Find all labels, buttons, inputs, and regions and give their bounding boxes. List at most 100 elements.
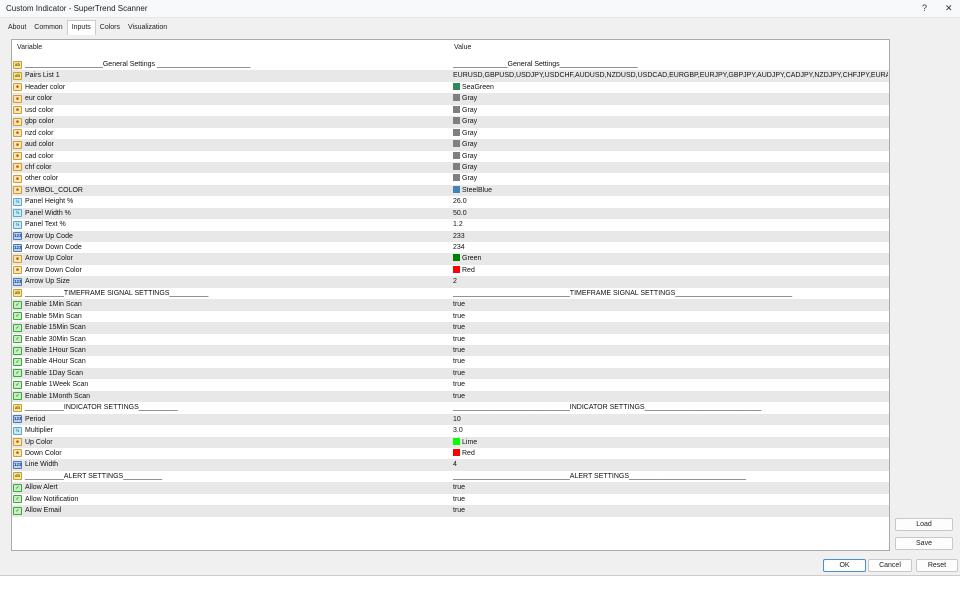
input-row[interactable]: 123 Arrow Up Size 2 (12, 276, 889, 288)
input-row[interactable]: ✓ Allow Alert true (12, 482, 889, 494)
variable-value[interactable]: true (453, 494, 888, 505)
variable-value[interactable]: Lime (453, 437, 888, 448)
variable-value[interactable]: Gray (453, 93, 888, 104)
input-row[interactable]: ✓ Allow Email true (12, 505, 889, 517)
variable-value[interactable]: Gray (453, 139, 888, 150)
input-row[interactable]: ab ____________________General Settings _… (12, 59, 889, 70)
input-row[interactable]: ■ usd color Gray (12, 105, 889, 116)
input-row[interactable]: ✓ Enable 15Min Scan true (12, 322, 889, 334)
input-row[interactable]: ■ Arrow Up Color Green (12, 253, 889, 265)
variable-value[interactable]: Gray (453, 128, 888, 139)
column-header-value[interactable]: Value (454, 44, 471, 51)
variable-value[interactable]: 234 (453, 242, 888, 253)
variable-value[interactable]: Gray (453, 162, 888, 173)
boolean-type-icon: ✓ (13, 392, 22, 401)
input-row[interactable]: 123 Period 10 (12, 413, 889, 426)
input-row[interactable]: ■ SYMBOL_COLOR SteelBlue (12, 184, 889, 197)
variable-value[interactable]: ______________________________ALERT SETT… (453, 471, 888, 482)
variable-value[interactable]: true (453, 379, 888, 390)
variable-value[interactable]: true (453, 322, 888, 333)
input-row[interactable]: ✓ Allow Notification true (12, 494, 889, 505)
variable-value[interactable]: 50.0 (453, 208, 888, 219)
variable-value[interactable]: true (453, 345, 888, 356)
help-button[interactable]: ? (922, 3, 927, 13)
ok-button[interactable]: OK (823, 559, 866, 572)
variable-value[interactable]: 3.0 (453, 425, 888, 436)
input-row[interactable]: ■ nzd color Gray (12, 128, 889, 139)
variable-value[interactable]: Green (453, 253, 888, 264)
integer-type-icon: 123 (13, 232, 22, 241)
variable-value[interactable]: Gray (453, 151, 888, 162)
variable-value[interactable]: Gray (453, 105, 888, 116)
input-row[interactable]: ½ Panel Width % 50.0 (12, 207, 889, 220)
variable-value[interactable]: true (453, 505, 888, 516)
variable-value[interactable]: Red (453, 265, 888, 276)
input-row[interactable]: ½ Panel Text % 1.2 (12, 219, 889, 230)
input-row[interactable]: ✓ Enable 1Month Scan true (12, 390, 889, 403)
input-row[interactable]: ab __________ALERT SETTINGS__________ ____… (12, 471, 889, 482)
input-row[interactable]: ✓ Enable 1Day Scan true (12, 367, 889, 380)
input-row[interactable]: ■ Header color SeaGreen (12, 82, 889, 93)
variable-name: Enable 5Min Scan (25, 312, 82, 320)
input-row[interactable]: ab __________TIMEFRAME SIGNAL SETTINGS___… (12, 288, 889, 299)
save-button[interactable]: Save (895, 537, 953, 550)
variable-value[interactable]: 26.0 (453, 196, 888, 207)
variable-value[interactable]: 233 (453, 231, 888, 242)
column-header-variable[interactable]: Variable (17, 44, 42, 51)
tab-common[interactable]: Common (30, 22, 66, 35)
input-row[interactable]: ■ other color Gray (12, 173, 889, 184)
variable-value[interactable]: EURUSD,GBPUSD,USDJPY,USDCHF,AUDUSD,NZDUS… (453, 70, 888, 81)
value-text: true (453, 312, 466, 320)
tab-about[interactable]: About (4, 22, 30, 35)
variable-value[interactable]: true (453, 299, 888, 310)
variable-value[interactable]: true (453, 334, 888, 345)
variable-value[interactable]: true (453, 356, 888, 367)
variable-value[interactable]: true (453, 391, 888, 402)
variable-value[interactable]: ______________General Settings__________… (453, 59, 888, 70)
input-row[interactable]: 123 Arrow Up Code 233 (12, 230, 889, 243)
variable-value[interactable]: SteelBlue (453, 185, 888, 196)
close-button[interactable]: ✕ (945, 3, 953, 14)
cancel-button[interactable]: Cancel (868, 559, 912, 572)
input-row[interactable]: ab Pairs List 1 EURUSD,GBPUSD,USDJPY,USDCH… (12, 70, 889, 82)
variable-value[interactable]: true (453, 311, 888, 322)
input-row[interactable]: ■ cad color Gray (12, 151, 889, 162)
input-row[interactable]: 123 Line Width 4 (12, 459, 889, 471)
variable-value[interactable]: Red (453, 448, 888, 459)
input-row[interactable]: ■ gbp color Gray (12, 116, 889, 128)
variable-value[interactable]: ______________________________TIMEFRAME … (453, 288, 888, 299)
tab-colors[interactable]: Colors (96, 22, 124, 35)
variable-value[interactable]: 1.2 (453, 219, 888, 230)
variable-value[interactable]: true (453, 368, 888, 379)
variable-value[interactable]: SeaGreen (453, 82, 888, 93)
variable-value[interactable]: 10 (453, 414, 888, 425)
input-row[interactable]: ✓ Enable 30Min Scan true (12, 334, 889, 345)
variable-value[interactable]: ______________________________INDICATOR … (453, 402, 888, 413)
input-row[interactable]: ½ Multiplier 3.0 (12, 425, 889, 436)
tab-visualization[interactable]: Visualization (124, 22, 171, 35)
variable-value[interactable]: Gray (453, 173, 888, 184)
variable-value[interactable]: 2 (453, 276, 888, 287)
input-row[interactable]: ab __________INDICATOR SETTINGS__________… (12, 402, 889, 413)
reset-button[interactable]: Reset (916, 559, 958, 572)
input-row[interactable]: ½ Panel Height % 26.0 (12, 196, 889, 207)
variable-value[interactable]: Gray (453, 116, 888, 127)
variable-value[interactable]: 4 (453, 459, 888, 470)
input-row[interactable]: ■ chf color Gray (12, 161, 889, 174)
input-row[interactable]: ✓ Enable 1Hour Scan true (12, 345, 889, 357)
input-row[interactable]: ✓ Enable 1Week Scan true (12, 379, 889, 390)
load-button[interactable]: Load (895, 518, 953, 531)
variable-name: other color (25, 175, 59, 183)
input-row[interactable]: ■ Up Color Lime (12, 436, 889, 448)
input-row[interactable]: ■ Arrow Down Color Red (12, 265, 889, 276)
variable-value[interactable]: true (453, 482, 888, 493)
input-row[interactable]: ■ Down Color Red (12, 448, 889, 459)
input-row[interactable]: 123 Arrow Down Code 234 (12, 242, 889, 253)
input-row[interactable]: ■ eur color Gray (12, 93, 889, 105)
tab-inputs[interactable]: Inputs (66, 20, 96, 35)
value-text: Gray (462, 175, 478, 183)
input-row[interactable]: ✓ Enable 4Hour Scan true (12, 356, 889, 367)
input-row[interactable]: ■ aud color Gray (12, 139, 889, 151)
input-row[interactable]: ✓ Enable 5Min Scan true (12, 311, 889, 322)
input-row[interactable]: ✓ Enable 1Min Scan true (12, 299, 889, 311)
